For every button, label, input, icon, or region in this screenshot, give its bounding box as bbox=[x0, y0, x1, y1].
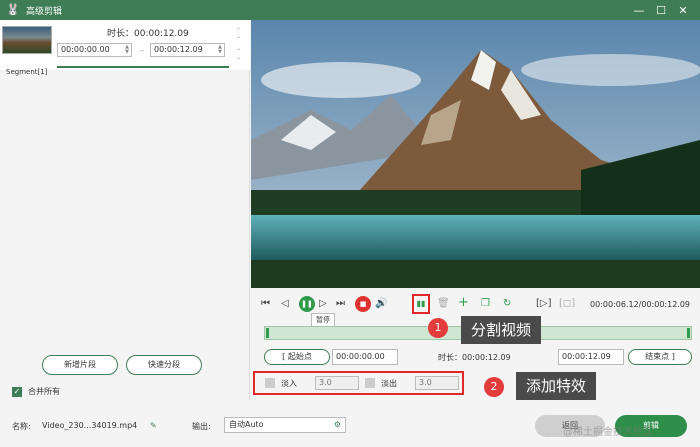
next-frame-icon[interactable]: ▷ bbox=[319, 298, 327, 309]
segment-start-input[interactable]: 00:00:00.00 ▲ ▼ bbox=[57, 43, 132, 57]
segment-end-input[interactable]: 00:00:12.09 ▲ ▼ bbox=[150, 43, 225, 57]
range-dash: – bbox=[140, 46, 144, 55]
pause-button[interactable]: ❚❚ bbox=[299, 296, 315, 312]
segment-item[interactable]: 时长：00:00:12.09 00:00:00.00 ▲ ▼ – 00:00:12… bbox=[0, 20, 250, 70]
segment-scroll-arrows[interactable]: ⌃ ⌃ ⌄ ⌄ bbox=[236, 26, 241, 62]
segment-duration: 时长：00:00:12.09 bbox=[107, 29, 189, 39]
fade-in-checkbox[interactable] bbox=[265, 378, 275, 388]
effects-group: 淡入 3.0 淡出 3.0 bbox=[253, 371, 464, 395]
pause-tooltip: 暂停 bbox=[311, 313, 335, 327]
segment-thumbnail[interactable] bbox=[2, 26, 52, 54]
volume-icon[interactable]: 🔊 bbox=[375, 298, 387, 309]
add-icon[interactable]: + bbox=[458, 295, 469, 310]
delete-icon[interactable]: 🗑 bbox=[437, 298, 450, 309]
player-controls: ⏮ ◁ ❚❚ ▷ ⏭ ■ 🔊 ▮▮ 🗑 + ❐ ↻ [▷] [◻] 暂停 00:… bbox=[251, 288, 700, 400]
maximize-icon[interactable]: ☐ bbox=[650, 4, 672, 17]
file-name: Video_230...34019.mp4 bbox=[42, 421, 138, 430]
segment-label: Segment[1] bbox=[6, 68, 48, 76]
callout-add-effects: 添加特效 bbox=[516, 372, 597, 400]
range-editor: [ 起始点 00:00:00.00 时长：00:00:12.09 00:00:1… bbox=[264, 349, 692, 365]
rotate-icon[interactable]: ↻ bbox=[503, 298, 511, 309]
split-video-button[interactable]: ▮▮ bbox=[412, 294, 430, 314]
gear-icon[interactable]: ⚙ bbox=[334, 418, 341, 432]
fade-in-input[interactable]: 3.0 bbox=[315, 376, 359, 390]
window-title: 高级剪辑 bbox=[26, 6, 63, 17]
fade-out-label: 淡出 bbox=[381, 379, 397, 388]
output-label: 输出: bbox=[192, 422, 211, 431]
merge-all-label: 合并所有 bbox=[28, 387, 60, 396]
quick-split-button[interactable]: 快速分段 bbox=[126, 355, 202, 375]
set-start-button[interactable]: [ 起始点 bbox=[264, 349, 330, 365]
fade-in-label: 淡入 bbox=[281, 379, 297, 388]
stepper-icon[interactable]: ▲ ▼ bbox=[125, 45, 129, 55]
stepper-icon[interactable]: ▲ ▼ bbox=[218, 45, 222, 55]
skip-end-icon[interactable]: ⏭ bbox=[336, 298, 345, 309]
fade-out-input[interactable]: 3.0 bbox=[415, 376, 459, 390]
segment-progress-bar bbox=[57, 66, 229, 68]
output-format-select[interactable]: 自动Auto ⚙ bbox=[224, 417, 346, 433]
copy-icon[interactable]: ❐ bbox=[481, 298, 490, 309]
skip-start-icon[interactable]: ⏮ bbox=[261, 298, 270, 309]
merge-all-option[interactable]: ✓ 合并所有 bbox=[12, 386, 60, 397]
title-bar: 🐰 高级剪辑 — ☐ ✕ bbox=[0, 0, 700, 20]
app-logo-icon: 🐰 bbox=[6, 3, 20, 16]
timeline-end-handle[interactable] bbox=[687, 328, 690, 338]
edit-name-icon[interactable]: ✎ bbox=[150, 421, 157, 430]
minimize-icon[interactable]: — bbox=[628, 4, 650, 17]
fade-out-checkbox[interactable] bbox=[365, 378, 375, 388]
range-duration: 时长：00:00:12.09 bbox=[438, 353, 511, 362]
window-controls: — ☐ ✕ bbox=[628, 0, 694, 20]
mountain-landscape-image bbox=[251, 20, 700, 288]
mark-out-icon[interactable]: [◻] bbox=[559, 298, 575, 309]
checkbox-checked-icon[interactable]: ✓ bbox=[12, 386, 22, 397]
prev-frame-icon[interactable]: ◁ bbox=[281, 298, 289, 309]
callout-badge-1: 1 bbox=[428, 318, 448, 338]
start-time-input[interactable]: 00:00:00.00 bbox=[332, 349, 398, 365]
callout-split-video: 分割视频 bbox=[461, 316, 542, 344]
callout-badge-2: 2 bbox=[484, 377, 504, 397]
segment-panel: 时长：00:00:12.09 00:00:00.00 ▲ ▼ – 00:00:12… bbox=[0, 20, 250, 400]
current-time: 00:00:06.12/00:00:12.09 bbox=[590, 300, 690, 309]
stop-button[interactable]: ■ bbox=[355, 296, 371, 312]
end-time-input[interactable]: 00:00:12.09 bbox=[558, 349, 624, 365]
watermark: @稀土掘金技术社区 bbox=[563, 427, 653, 438]
mark-in-icon[interactable]: [▷] bbox=[536, 298, 552, 309]
video-preview[interactable] bbox=[251, 20, 700, 288]
set-end-button[interactable]: 结束点 ] bbox=[628, 349, 692, 365]
timeline-start-handle[interactable] bbox=[266, 328, 269, 338]
close-icon[interactable]: ✕ bbox=[672, 4, 694, 17]
name-label: 名称: bbox=[12, 422, 31, 431]
add-segment-button[interactable]: 新增片段 bbox=[42, 355, 118, 375]
